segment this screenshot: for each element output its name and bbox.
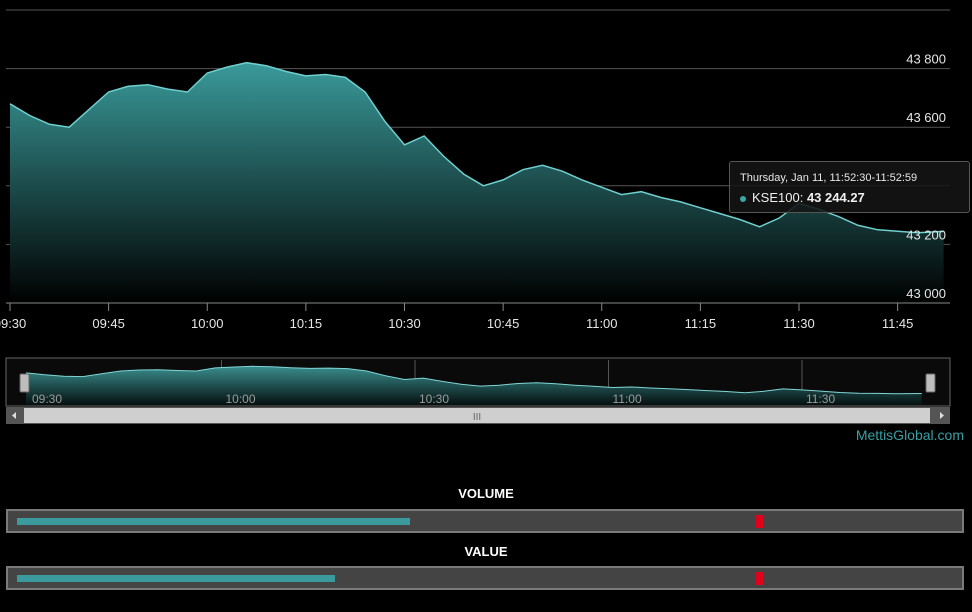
value-bar-marker: [756, 572, 764, 585]
navigator-tick-label: 09:30: [32, 392, 62, 406]
navigator-tick-label: 11:00: [613, 392, 642, 406]
tooltip-value-row: KSE100: 43 244.27: [740, 190, 959, 205]
navigator-handle-right[interactable]: [925, 373, 936, 393]
tooltip-value: 43 244.27: [806, 190, 865, 205]
x-tick-label: 11:15: [685, 316, 717, 331]
volume-bar: [6, 509, 964, 533]
y-tick-label: 43 600: [906, 110, 946, 125]
x-tick-label: 11:30: [783, 316, 815, 331]
scrollbar-grip-icon: III: [473, 412, 481, 423]
x-tick-label: 10:00: [191, 316, 224, 331]
scrollbar[interactable]: III: [6, 407, 950, 424]
y-tick-label: 43 200: [906, 227, 946, 242]
tooltip: Thursday, Jan 11, 11:52:30-11:52:59 KSE1…: [729, 161, 970, 213]
price-chart: 09:30 09:45 10:00 10:15 10:30 10:45 11:00 11:15…: [0, 9, 951, 424]
series-dot-icon: [740, 195, 746, 202]
x-tick-label: 10:15: [290, 316, 323, 331]
y-tick-label: 43 800: [906, 52, 946, 67]
credit-link[interactable]: MettisGlobal.com: [856, 427, 964, 443]
volume-bar-fill: [17, 518, 411, 525]
navigator[interactable]: 09:30 10:00 10:30 11:00 11:30: [5, 357, 951, 407]
x-tick-label: 10:30: [388, 316, 421, 331]
x-tick-label: 09:45: [92, 316, 125, 331]
x-tick-label: 10:45: [487, 316, 520, 331]
value-bar-fill: [17, 575, 336, 582]
navigator-tick-label: 11:30: [806, 392, 835, 406]
volume-label: VOLUME: [458, 486, 514, 501]
x-tick-label: 11:00: [586, 316, 618, 331]
x-axis: 09:30 09:45 10:00 10:15 10:30 10:45 11:00 11:15…: [0, 303, 913, 331]
x-tick-label: 09:30: [0, 316, 26, 331]
navigator-tick-label: 10:30: [419, 392, 449, 406]
tooltip-date: Thursday, Jan 11, 11:52:30-11:52:59: [740, 172, 918, 184]
navigator-handle-left[interactable]: [19, 373, 30, 393]
value-label: VALUE: [464, 544, 508, 559]
tooltip-series-label: KSE100:: [752, 190, 804, 205]
navigator-tick-label: 10:00: [226, 392, 256, 406]
x-tick-label: 11:45: [882, 316, 914, 331]
value-bar: [6, 566, 964, 590]
volume-bar-marker: [756, 515, 764, 528]
y-tick-label: 43 000: [906, 286, 946, 301]
